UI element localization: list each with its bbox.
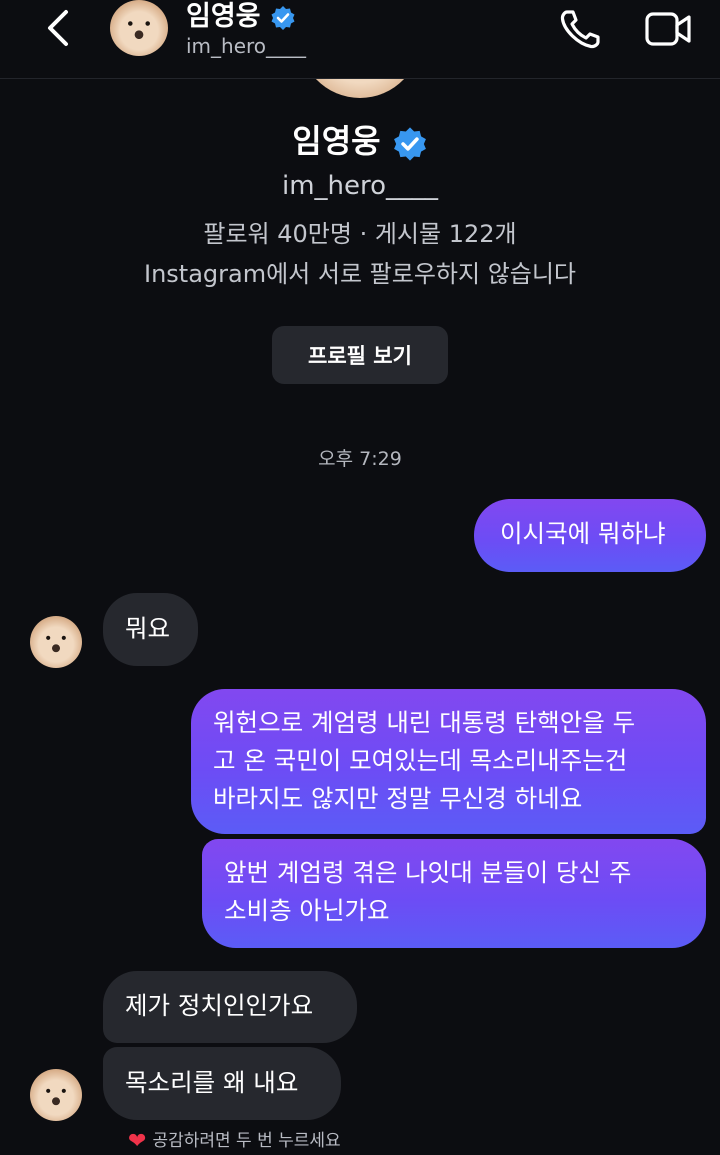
message-outgoing[interactable]: 이시국에 뭐하냐	[474, 499, 706, 572]
double-tap-hint: ❤ 공감하려면 두 번 누르세요	[128, 1126, 341, 1154]
verified-badge-icon	[393, 126, 426, 161]
profile-name: 임영웅	[292, 122, 381, 160]
message-timestamp: 오후 7:29	[318, 448, 402, 470]
profile-summary: 임영웅	[0, 116, 720, 162]
message-incoming[interactable]: 목소리를 왜 내요	[103, 1047, 341, 1120]
message-outgoing[interactable]: 워헌으로 계엄령 내린 대통령 탄핵안을 두 고 온 국민이 모여있는데 목소리…	[191, 689, 706, 834]
back-button[interactable]	[38, 8, 82, 48]
message-line: 워헌으로 계엄령 내린 대통령 탄핵안을 두	[213, 708, 636, 737]
verified-badge-icon	[271, 5, 295, 30]
phone-icon	[560, 10, 600, 49]
message-incoming[interactable]: 제가 정치인인가요	[103, 971, 357, 1043]
message-incoming[interactable]: 뭐요	[103, 593, 198, 666]
header-name: 임영웅	[186, 1, 261, 32]
sender-avatar[interactable]	[30, 616, 82, 668]
video-call-button[interactable]	[644, 8, 694, 50]
sender-avatar[interactable]	[30, 1069, 82, 1121]
profile-username: im_hero____	[281, 171, 439, 201]
header-title[interactable]: 임영웅	[186, 0, 296, 33]
message-line: 바라지도 않지만 정말 무신경 하네요	[213, 784, 583, 813]
back-chevron-icon	[48, 10, 68, 46]
message-line: 앞번 계엄령 겪은 나잇대 분들이 당신 주	[224, 858, 632, 887]
heart-icon: ❤	[128, 1129, 147, 1154]
voice-call-button[interactable]	[558, 6, 604, 52]
chat-header: 임영웅 im_hero____	[0, 0, 720, 79]
message-outgoing[interactable]: 앞번 계엄령 겪은 나잇대 분들이 당신 주 소비층 아닌가요	[202, 839, 706, 948]
follow-status: Instagram에서 서로 팔로우하지 않습니다	[143, 260, 577, 288]
double-tap-hint-text: 공감하려면 두 번 누르세요	[152, 1131, 341, 1151]
video-call-icon	[645, 12, 691, 46]
profile-stats: 팔로워 40만명 · 게시물 122개	[203, 220, 517, 248]
message-line: 고 온 국민이 모여있는데 목소리내주는건	[213, 746, 628, 775]
view-profile-button[interactable]: 프로필 보기	[272, 326, 448, 384]
header-username: im_hero____	[186, 34, 307, 58]
message-line: 소비층 아닌가요	[224, 896, 390, 925]
header-avatar[interactable]	[110, 0, 168, 56]
